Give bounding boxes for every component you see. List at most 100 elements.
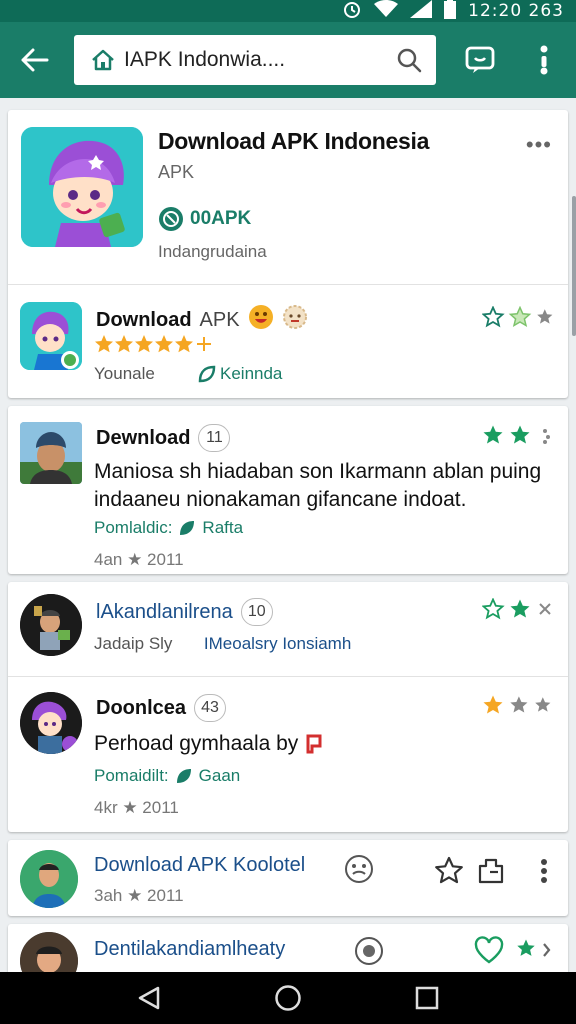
item-title-suffix: APK	[199, 308, 240, 331]
review-date: 4kr ★ 2011	[94, 798, 179, 817]
review-text-line1: Perhoad gymhaala by	[94, 732, 299, 755]
review-title: Doonlcea 43	[96, 694, 227, 722]
status-bar: 12:20 263	[0, 0, 576, 22]
user-photo-image	[20, 594, 82, 656]
star-rating-icon[interactable]	[482, 306, 556, 328]
review-tag-prefix: Pomlaldic:	[94, 518, 173, 537]
list-item-card[interactable]: Download APK Koolotel 3ah ★ 2011	[8, 840, 568, 916]
count-badge: 43	[194, 694, 227, 722]
search-bar[interactable]: IAPK Indonwia....	[74, 35, 436, 85]
signal-icon	[410, 0, 433, 23]
emoji-smile-icon	[248, 304, 274, 336]
user-avatar[interactable]	[20, 850, 78, 908]
leaf-icon	[180, 521, 195, 535]
mascot-image	[21, 127, 143, 247]
star-filled-icon[interactable]	[516, 938, 556, 962]
leaf-icon	[176, 769, 191, 783]
review-tag[interactable]: Pomlaldic: Rafta	[94, 518, 243, 538]
user-photo-image	[20, 850, 78, 908]
nav-recents-button[interactable]	[407, 978, 447, 1018]
review-date: 4an ★ 2011	[94, 550, 184, 569]
review-text-line1: Maniosa sh hiadaban son Ikarmann ablan p…	[94, 460, 542, 483]
scrollbar[interactable]	[572, 196, 576, 336]
item-icon[interactable]	[20, 302, 82, 370]
source-badge-label: 00APK	[190, 208, 252, 229]
more-options-button[interactable]	[524, 40, 564, 80]
item-author: Younale	[94, 364, 155, 383]
review-meta-right[interactable]: IMeoalsry Ionsiamh	[204, 634, 351, 653]
review-title: Dewnload 11	[96, 424, 231, 452]
review-tag[interactable]: Pomaidilt: Gaan	[94, 766, 240, 786]
review-tag-label: Rafta	[202, 518, 244, 537]
five-star-icon	[95, 335, 211, 353]
review-tag-label: Gaan	[198, 766, 241, 785]
review-tag-prefix: Pomaidilt:	[94, 766, 169, 785]
list-item-title[interactable]: Download APK Koolotel	[94, 854, 305, 877]
home-icon	[92, 49, 114, 71]
star-rating-icon[interactable]	[482, 424, 556, 446]
red-flag-icon	[306, 734, 322, 754]
divider	[8, 676, 568, 677]
divider	[8, 284, 568, 285]
rating-actions[interactable]	[482, 694, 556, 716]
app-subtitle: APK	[158, 162, 195, 182]
square-recents-icon	[415, 986, 438, 1010]
user-avatar[interactable]	[20, 422, 82, 484]
rating-actions[interactable]	[482, 306, 556, 328]
user-photo-image	[20, 422, 82, 484]
heart-outline-icon[interactable]	[474, 936, 504, 964]
item-tag-label: Keinnda	[220, 364, 283, 383]
content-list[interactable]: Download APK Indonesia APK 00APK Indangr…	[0, 98, 576, 972]
emoji-icon[interactable]	[344, 854, 374, 884]
review-text-line2: indaaneu nionakaman gifancane indoat.	[94, 488, 467, 511]
triangle-back-icon	[139, 986, 160, 1010]
rating-actions[interactable]	[482, 598, 556, 620]
count-badge: 11	[198, 424, 231, 452]
item-tag[interactable]: Keinnda	[198, 364, 282, 384]
app-bar: IAPK Indonwia....	[0, 22, 576, 98]
app-title: Download APK Indonesia	[158, 128, 430, 154]
card-menu-button[interactable]: •••	[526, 132, 552, 158]
system-nav-bar	[0, 972, 576, 1024]
wifi-icon	[374, 0, 399, 23]
whatsapp-icon	[159, 207, 183, 231]
review-meta-left: Jadaip Sly	[94, 634, 173, 653]
chat-icon	[465, 46, 495, 73]
leaf-icon	[198, 365, 216, 383]
list-item-card[interactable]: Dentilakandiamlheaty	[8, 924, 568, 972]
review-title: lAkandlanilrena 10	[96, 598, 273, 626]
item-title-text: Download	[96, 308, 192, 331]
user-photo-image	[20, 932, 78, 972]
user-avatar[interactable]	[20, 594, 82, 656]
count-badge: 10	[240, 598, 273, 626]
emoji-icon[interactable]	[354, 936, 384, 966]
search-input[interactable]: IAPK Indonwia....	[124, 48, 396, 72]
circle-home-icon	[275, 985, 301, 1011]
back-button[interactable]	[0, 22, 70, 98]
alarm-icon	[342, 0, 362, 24]
list-item-title[interactable]: Dentilakandiamlheaty	[94, 938, 285, 961]
featured-card[interactable]: Download APK Indonesia APK 00APK Indangr…	[8, 110, 568, 398]
user-photo-image	[20, 692, 82, 754]
user-avatar[interactable]	[20, 692, 82, 754]
share-icon[interactable]	[476, 856, 506, 886]
source-badge[interactable]: 00APK	[158, 206, 251, 232]
user-avatar[interactable]	[20, 932, 78, 972]
review-text: Perhoad gymhaala by	[94, 730, 322, 758]
nav-back-button[interactable]	[129, 978, 169, 1018]
star-outline-icon[interactable]	[434, 856, 464, 886]
review-card[interactable]: Dewnload 11 Maniosa sh hiadaban son Ikar…	[8, 406, 568, 574]
search-icon[interactable]	[396, 47, 422, 73]
app-icon[interactable]	[21, 127, 143, 247]
review-author: Dewnload	[96, 426, 191, 449]
more-vert-icon[interactable]	[540, 858, 548, 884]
nav-home-button[interactable]	[268, 978, 308, 1018]
review-card[interactable]: lAkandlanilrena 10 Jadaip Sly IMeoalsry …	[8, 582, 568, 832]
rating-actions[interactable]	[482, 424, 556, 446]
star-rating-icon[interactable]	[482, 598, 556, 620]
arrow-left-icon	[21, 48, 49, 72]
battery-icon	[444, 0, 457, 24]
review-author: lAkandlanilrena	[96, 600, 233, 623]
chat-button[interactable]	[460, 40, 500, 80]
star-rating-icon[interactable]	[482, 694, 556, 716]
